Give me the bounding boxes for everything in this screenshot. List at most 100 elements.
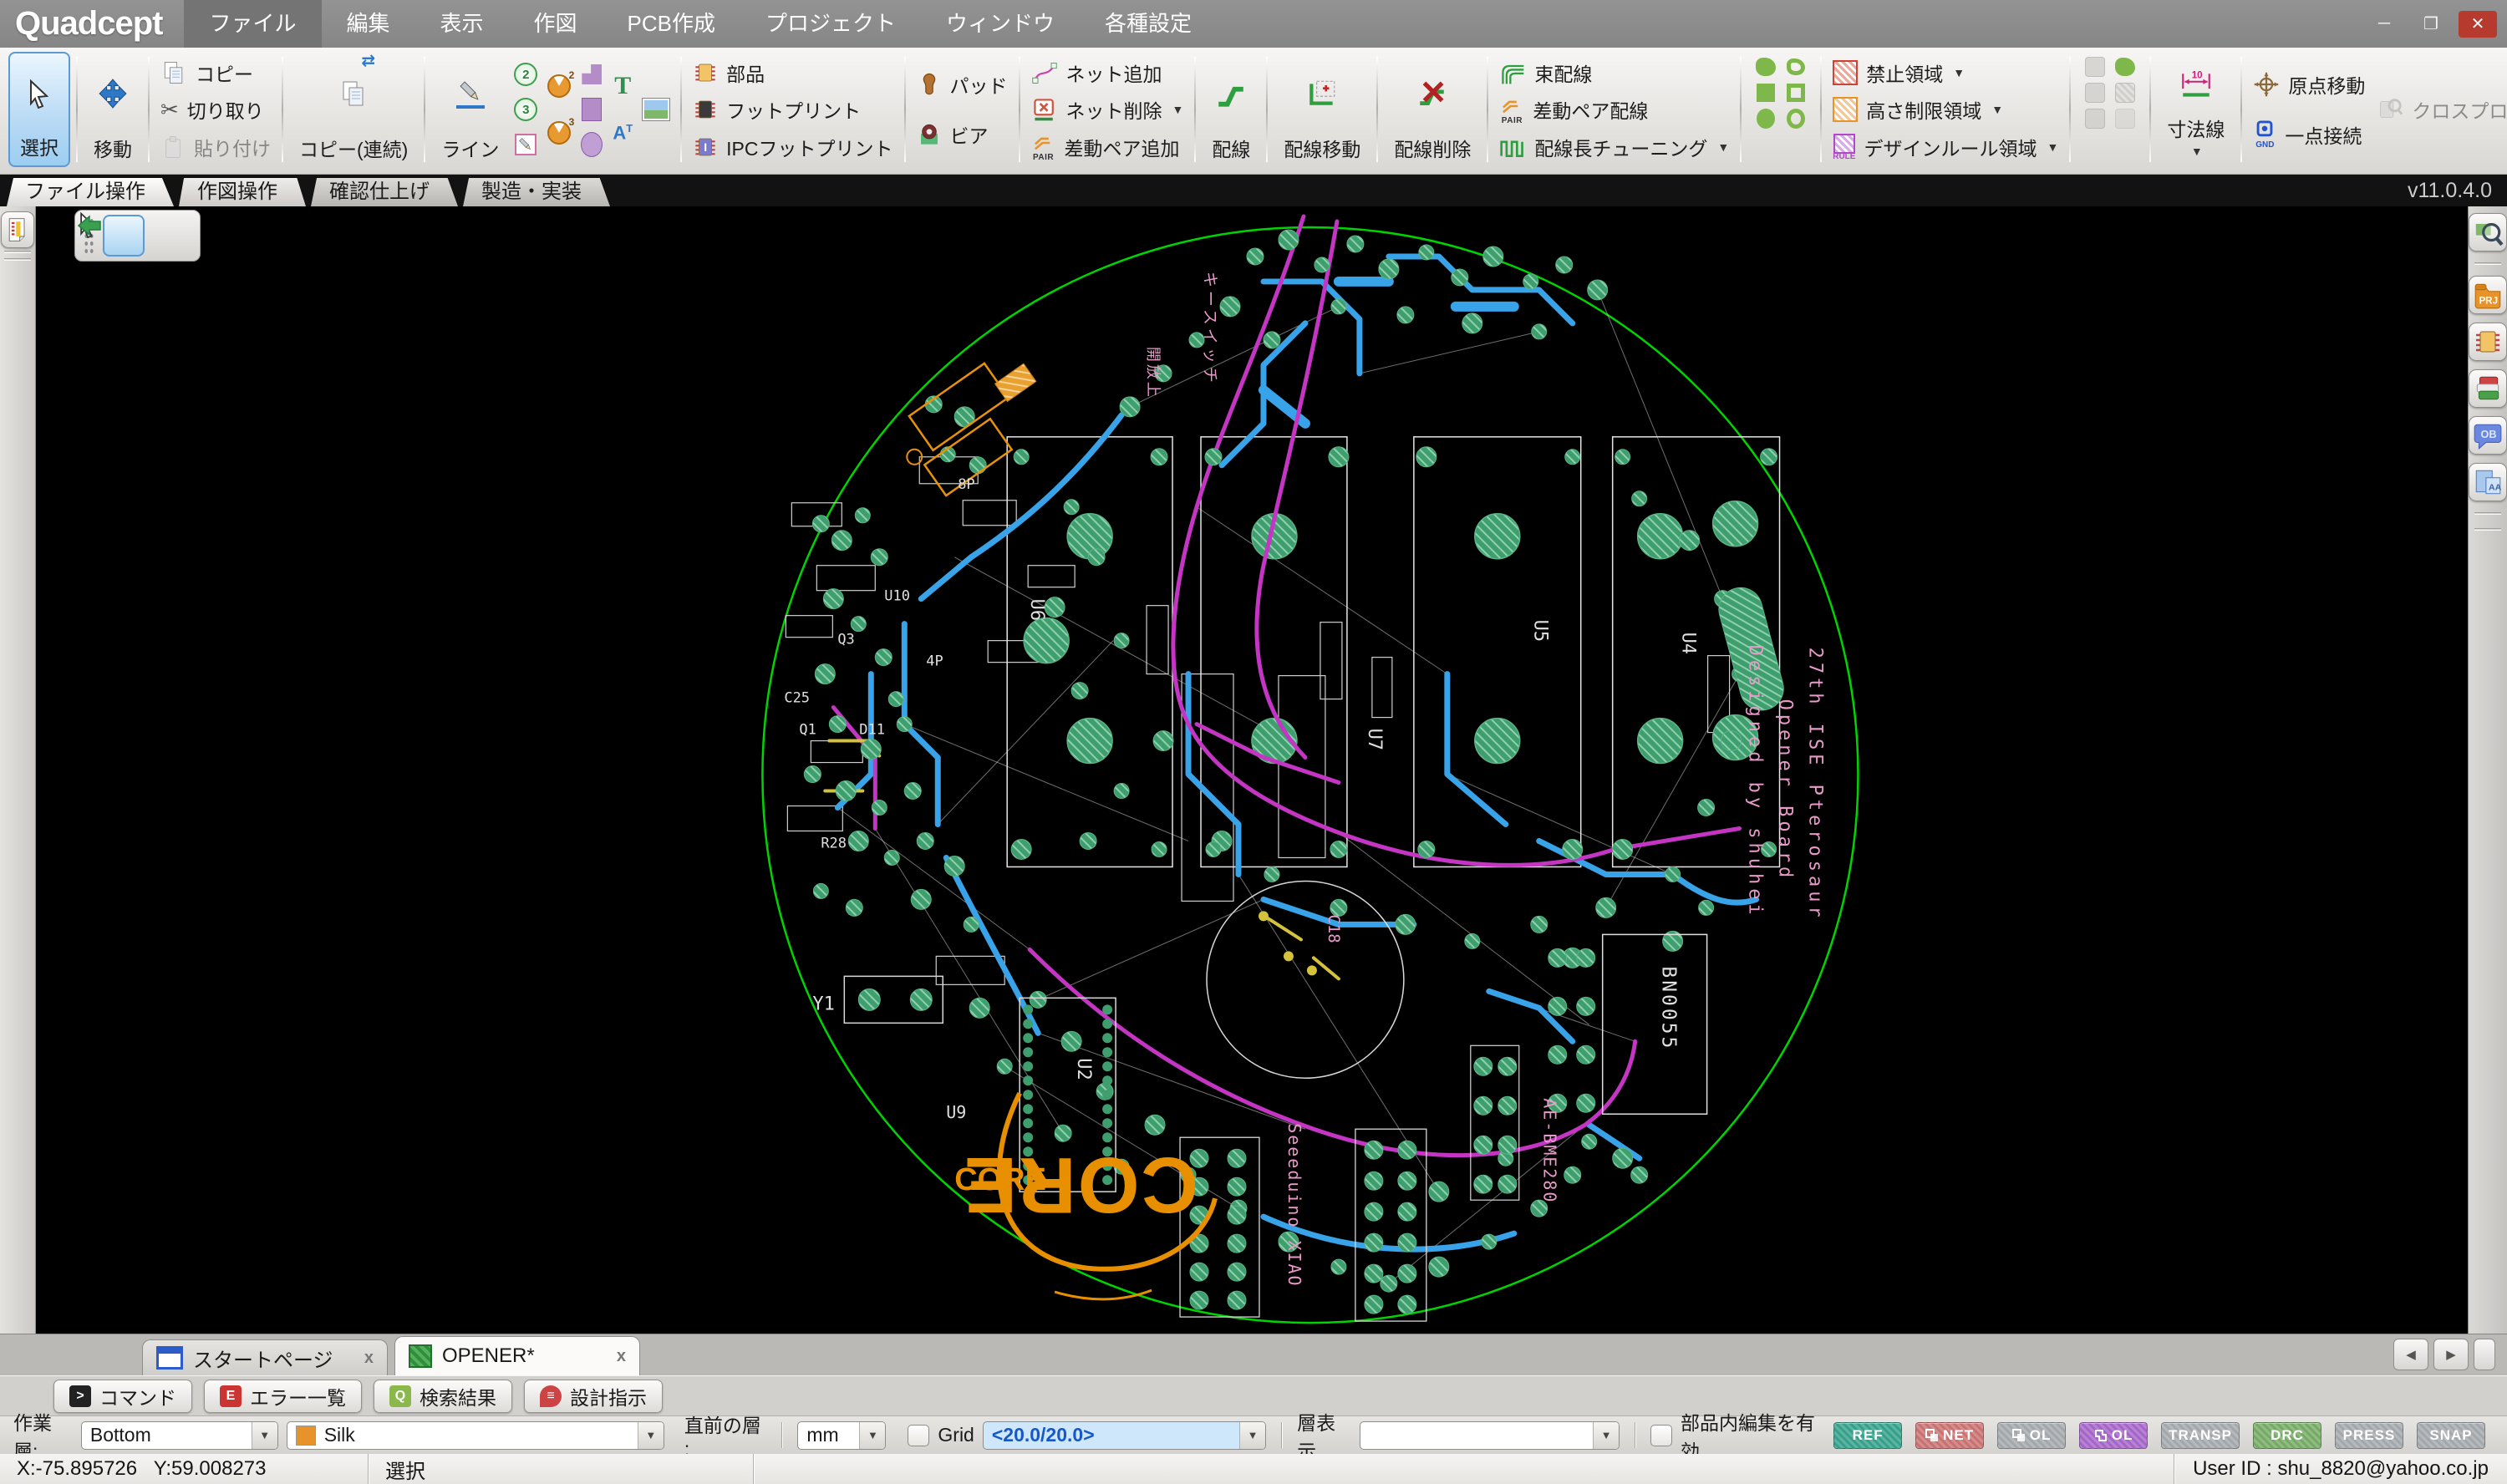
silk-layer-select[interactable]: Silk ▼ [287,1421,664,1450]
scroll-right-button[interactable]: ▶ [2433,1339,2469,1370]
menu-edit[interactable]: 編集 [322,0,415,48]
net-toggle[interactable]: NET [1915,1422,1984,1449]
preview-panel-button[interactable] [2469,213,2507,252]
line-tool-button[interactable]: ライン [431,52,509,167]
image-button[interactable] [643,95,669,124]
tab-error-list[interactable]: Eエラー一覧 [204,1380,362,1413]
ol-toggle[interactable]: OL [1997,1422,2066,1449]
text-button[interactable]: T [613,72,633,100]
cut-button[interactable]: ✂切り取り [160,91,271,128]
paste-button[interactable]: 貼り付け [160,129,271,165]
via-button[interactable]: ビア [917,116,1008,153]
copper-edit-disabled-button[interactable] [2085,57,2105,77]
component-edit-checkbox[interactable] [1650,1425,1672,1446]
route-button[interactable]: 配線 [1202,52,1260,167]
origin-move-button[interactable]: 原点移動 [2253,66,2365,103]
close-button[interactable]: ✕ [2459,11,2497,38]
tab-manufacture[interactable]: 製造・実装 [463,178,610,206]
text-attr-button[interactable]: AT [613,119,633,147]
menu-pcb-create[interactable]: PCB作成 [603,0,740,48]
close-tab-icon[interactable]: x [617,1347,626,1366]
tab-draw-operations[interactable]: 作図操作 [179,178,306,206]
copper-delete-disabled-button[interactable] [2115,109,2135,129]
vertex2-button[interactable]: 2 [514,60,537,89]
menu-project[interactable]: プロジェクト [740,0,921,48]
pen-edit-button[interactable] [514,130,537,159]
cross-probe-button[interactable]: クロスプロ [2375,91,2507,128]
tab-start-page[interactable]: スタートページ x [142,1339,388,1375]
select-tool-button[interactable]: 選択 [8,52,70,167]
menu-draw[interactable]: 作図 [509,0,603,48]
project-panel-button[interactable] [2469,276,2507,314]
copper-edit-disabled-button[interactable] [2085,109,2105,129]
length-tuning-button[interactable]: 配線長チューニング▼ [1499,129,1729,165]
close-tab-icon[interactable]: x [364,1349,374,1368]
keepout-area-button[interactable]: 禁止領域▼ [1833,54,2058,91]
attribute-panel-button[interactable] [2469,463,2507,501]
pcb-canvas[interactable]: Y1 U2 BN0055 AE-BME280 [36,206,2468,1334]
float-back-button[interactable] [153,216,191,255]
dimension-button[interactable]: 寸法線▼ [2157,52,2235,167]
maximize-button[interactable]: ❐ [2412,11,2450,38]
route-move-button[interactable]: 配線移動 [1274,52,1370,167]
diff-pair-route-button[interactable]: PAIR差動ペア配線 [1499,91,1729,128]
tab-check-finish[interactable]: 確認仕上げ [311,178,458,206]
object-panel-button[interactable] [2469,416,2507,455]
work-layer-select[interactable]: Bottom ▼ [81,1421,278,1450]
tab-file-operations[interactable]: ファイル操作 [7,178,174,206]
transp-toggle[interactable]: TRANSP [2161,1422,2240,1449]
float-select-button[interactable] [103,215,145,257]
footprint-button[interactable]: フットプリント [693,91,892,128]
arc2-button[interactable]: 2 [547,72,571,100]
minimize-button[interactable]: ─ [2365,11,2403,38]
snap-toggle[interactable]: SNAP [2417,1422,2485,1449]
copy-button[interactable]: コピー [160,54,271,91]
net-add-button[interactable]: ネット追加 [1031,54,1184,91]
ellipse-button[interactable] [581,130,603,159]
ipc-footprint-button[interactable]: IIPCフットプリント [693,129,892,165]
unit-select[interactable]: mm ▼ [797,1421,886,1450]
tab-search-results[interactable]: Q検索結果 [374,1380,512,1413]
design-rule-area-button[interactable]: RULEデザインルール領域▼ [1833,129,2058,165]
rectangle-button[interactable] [581,95,603,124]
ref-toggle[interactable]: REF [1833,1422,1902,1449]
tab-opener-board[interactable]: OPENER* x [394,1336,640,1375]
copper-hatch-disabled-button[interactable] [2115,83,2135,103]
press-toggle[interactable]: PRESS [2335,1422,2403,1449]
copper-polygon-filled-button[interactable] [1756,58,1776,76]
menu-file[interactable]: ファイル [184,0,321,48]
scroll-left-button[interactable]: ◀ [2393,1339,2428,1370]
copy-repeat-button[interactable]: ⇄ コピー(連続) [289,52,418,167]
menu-settings[interactable]: 各種設定 [1080,0,1217,48]
copper-rect-outline-button[interactable] [1787,84,1805,102]
copper-edit-disabled-button[interactable] [2085,83,2105,103]
layer-view-select[interactable]: ▼ [1360,1421,1620,1450]
tab-command[interactable]: >コマンド [53,1380,192,1413]
vertex3-button[interactable]: 3 [514,95,537,124]
route-delete-button[interactable]: 配線削除 [1384,52,1481,167]
bundle-route-button[interactable]: 束配線 [1499,54,1729,91]
menu-window[interactable]: ウィンドウ [921,0,1080,48]
move-tool-button[interactable]: 移動 [84,52,142,167]
one-point-connect-button[interactable]: GND一点接続 [2253,116,2365,153]
copper-rect-filled-button[interactable] [1757,84,1775,102]
doc-list-panel-button[interactable] [1,211,34,248]
grid-checkbox[interactable] [908,1425,929,1446]
drc-toggle[interactable]: DRC [2253,1422,2321,1449]
ol-purple-toggle[interactable]: OL [2079,1422,2148,1449]
component-panel-button[interactable] [2469,323,2507,361]
net-delete-button[interactable]: ネット削除▼ [1031,91,1184,128]
menu-view[interactable]: 表示 [415,0,509,48]
grid-size-select[interactable]: <20.0/20.0> ▼ [983,1421,1266,1450]
height-limit-area-button[interactable]: 高さ制限領域▼ [1833,91,2058,128]
layer-panel-button[interactable] [2469,369,2507,408]
copper-ellipse-outline-button[interactable] [1787,109,1805,129]
tab-design-instructions[interactable]: ≡設計指示 [524,1380,663,1413]
copper-polygon-outline-button[interactable] [1787,58,1805,75]
arc3-button[interactable]: 3 [547,119,571,147]
diff-pair-add-button[interactable]: PAIR差動ペア追加 [1031,129,1184,165]
polygon-button[interactable] [581,60,603,89]
part-button[interactable]: 部品 [693,54,892,91]
tab-list-button[interactable] [2474,1339,2495,1370]
pad-button[interactable]: パッド [917,66,1008,103]
